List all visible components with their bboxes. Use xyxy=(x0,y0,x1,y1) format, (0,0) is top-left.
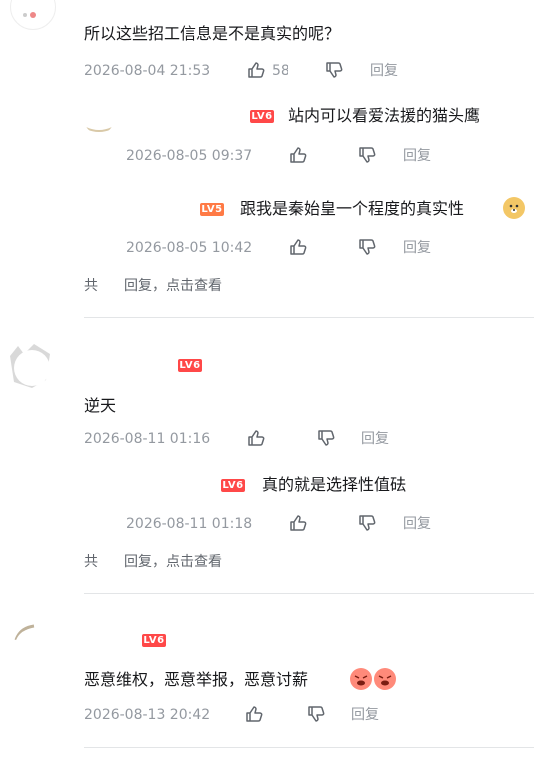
angry-emoji xyxy=(374,668,396,690)
thumb-up-icon[interactable] xyxy=(288,145,308,165)
avatar-image xyxy=(14,624,49,663)
angry-emoji xyxy=(350,668,372,690)
reply-text: 真的就是选择性值砝 xyxy=(262,475,407,494)
level-badge: LV6 xyxy=(250,110,274,123)
avatar[interactable] xyxy=(10,0,56,30)
thumb-down-icon[interactable] xyxy=(316,428,336,448)
reply-button[interactable]: 回复 xyxy=(403,147,431,165)
avatar-image xyxy=(23,12,36,18)
reply-time: 2026-08-05 09:37 xyxy=(126,148,253,164)
avatar-image xyxy=(10,344,50,388)
thumb-up-icon[interactable] xyxy=(244,704,264,724)
reply-button[interactable]: 回复 xyxy=(361,430,389,448)
reply-time: 2026-08-05 10:42 xyxy=(126,240,253,256)
more-replies-prefix: 共 xyxy=(84,278,98,294)
thumb-up-icon[interactable] xyxy=(246,60,266,80)
reply-time: 2026-08-11 01:18 xyxy=(126,516,253,532)
more-replies-link[interactable]: 回复，点击查看 xyxy=(124,277,222,295)
thumb-up-icon[interactable] xyxy=(288,237,308,257)
avatar[interactable] xyxy=(4,340,56,392)
level-badge: LV5 xyxy=(200,203,224,216)
like-count: 58 xyxy=(272,63,288,79)
divider xyxy=(84,593,534,594)
reply-avatar[interactable] xyxy=(84,104,114,134)
thumb-up-icon[interactable] xyxy=(288,513,308,533)
reply-text: 跟我是秦始皇一个程度的真实性 xyxy=(240,199,465,218)
thumb-up-icon[interactable] xyxy=(246,428,266,448)
level-badge: LV6 xyxy=(178,359,202,372)
reply-text: 站内可以看爱法援的猫头鹰 xyxy=(288,106,481,125)
reply-button[interactable]: 回复 xyxy=(403,239,431,257)
comment-text: 逆天 xyxy=(84,396,117,415)
comment-time: 2026-08-11 01:16 xyxy=(84,431,211,447)
reply-button[interactable]: 回复 xyxy=(370,62,398,80)
divider xyxy=(84,747,534,748)
avatar-image xyxy=(85,127,113,132)
level-badge: LV6 xyxy=(142,634,166,647)
comment-time: 2026-08-04 21:53 xyxy=(84,63,211,79)
level-badge: LV6 xyxy=(221,479,245,492)
reply-button[interactable]: 回复 xyxy=(403,515,431,533)
thumb-down-icon[interactable] xyxy=(306,704,326,724)
thumb-down-icon[interactable] xyxy=(324,60,344,80)
comment-text: 所以这些招工信息是不是真实的呢？ xyxy=(84,24,341,43)
reply-button[interactable]: 回复 xyxy=(351,706,379,724)
thumb-down-icon[interactable] xyxy=(357,145,377,165)
more-replies-link[interactable]: 回复，点击查看 xyxy=(124,553,222,571)
more-replies-prefix: 共 xyxy=(84,554,98,570)
avatar[interactable] xyxy=(8,620,56,668)
comment-text: 恶意维权，恶意举报，恶意讨薪 xyxy=(84,670,309,689)
divider xyxy=(84,317,534,318)
thumb-down-icon[interactable] xyxy=(357,513,377,533)
comment-time: 2026-08-13 20:42 xyxy=(84,707,211,723)
thumb-down-icon[interactable] xyxy=(357,237,377,257)
doge-emoji xyxy=(503,197,525,219)
